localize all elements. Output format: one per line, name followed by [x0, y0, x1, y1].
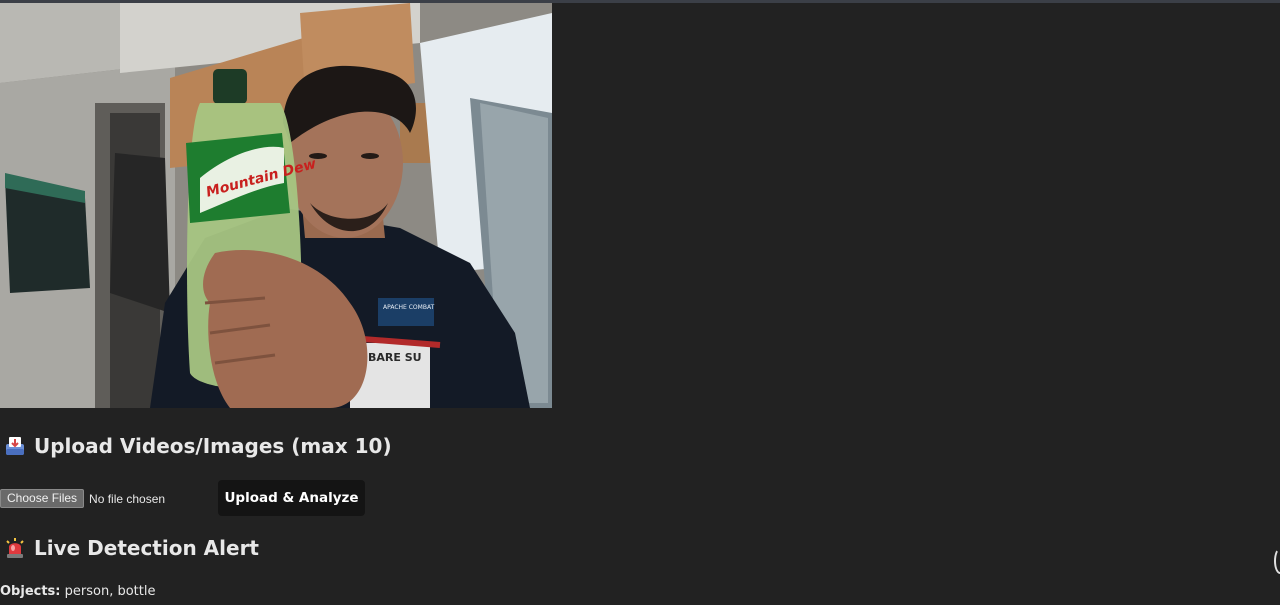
objects-value: person, bottle — [64, 584, 156, 599]
live-camera-feed: APACHE COMBAT BARE SU Mountain Dew — [0, 3, 552, 408]
shirt-logo-text: APACHE COMBAT — [383, 304, 435, 311]
alert-section-title: Live Detection Alert — [34, 536, 259, 560]
file-chosen-status: No file chosen — [89, 491, 166, 506]
police-light-icon — [4, 537, 26, 559]
upload-section-heading: Upload Videos/Images (max 10) — [4, 434, 392, 458]
upload-section-title: Upload Videos/Images (max 10) — [34, 434, 392, 458]
alert-section-heading: Live Detection Alert — [4, 536, 259, 560]
upload-analyze-button[interactable]: Upload & Analyze — [218, 480, 365, 516]
detected-objects-line: Objects: person, bottle — [0, 584, 155, 599]
inbox-tray-icon — [4, 435, 26, 457]
choose-files-button[interactable]: Choose Files — [0, 489, 85, 508]
edge-spinner-icon — [1274, 548, 1280, 574]
objects-label: Objects: — [0, 584, 61, 599]
camera-frame-image: APACHE COMBAT BARE SU Mountain Dew — [0, 3, 552, 408]
shirt-print-text: BARE SU — [368, 351, 422, 364]
file-input-row: Choose Files No file chosen — [0, 489, 165, 508]
